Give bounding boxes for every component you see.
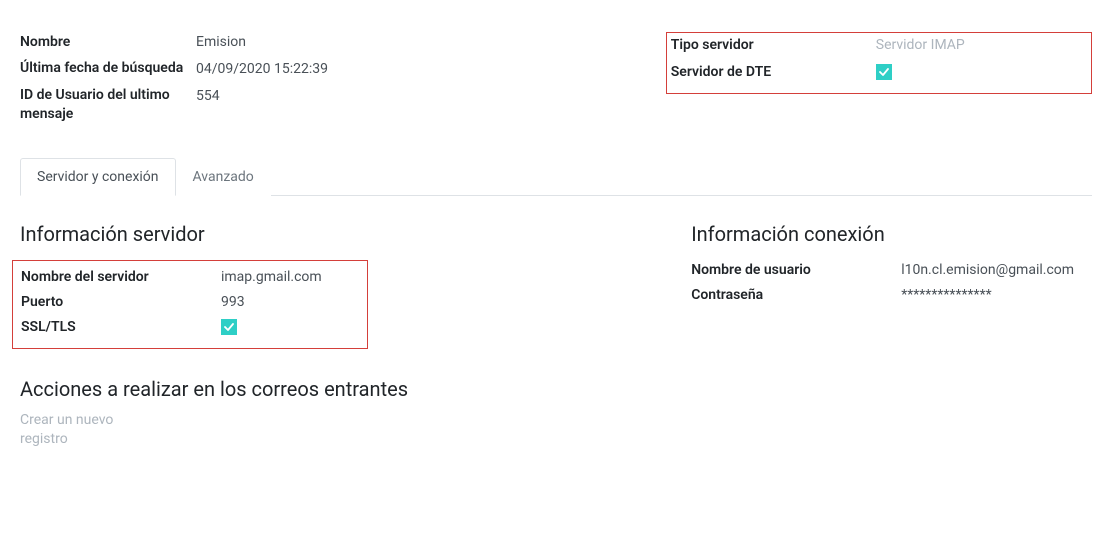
field-port: Puerto 993 [21, 292, 359, 313]
server-type-highlight: Tipo servidor Servidor IMAP Servidor de … [666, 32, 1092, 94]
check-icon [224, 322, 234, 332]
tab-server-connection[interactable]: Servidor y conexión [20, 158, 176, 196]
last-search-label: Última fecha de búsqueda [20, 59, 196, 80]
name-value: Emision [196, 32, 642, 53]
field-user-id: ID de Usuario del ultimo mensaje 554 [20, 86, 642, 124]
user-id-value: 554 [196, 86, 642, 124]
conn-pass-value: *************** [901, 285, 1092, 306]
field-ssl: SSL/TLS [21, 317, 359, 338]
port-label: Puerto [21, 292, 221, 313]
ssl-checkbox[interactable] [221, 319, 237, 335]
field-dte: Servidor de DTE [671, 62, 1087, 83]
server-info-title: Información servidor [20, 222, 663, 246]
dte-label: Servidor de DTE [671, 62, 876, 83]
conn-user-label: Nombre de usuario [691, 260, 901, 281]
server-name-value: imap.gmail.com [221, 267, 359, 288]
field-last-search: Última fecha de búsqueda 04/09/2020 15:2… [20, 59, 642, 80]
conn-user-value: l10n.cl.emision@gmail.com [901, 260, 1092, 281]
port-value: 993 [221, 292, 359, 313]
user-id-label: ID de Usuario del ultimo mensaje [20, 86, 196, 124]
server-name-label: Nombre del servidor [21, 267, 221, 288]
tab-advanced[interactable]: Avanzado [176, 158, 271, 196]
field-server-type: Tipo servidor Servidor IMAP [671, 35, 1087, 56]
field-name: Nombre Emision [20, 32, 642, 53]
conn-info-title: Información conexión [691, 222, 1092, 246]
server-info-highlight: Nombre del servidor imap.gmail.com Puert… [12, 260, 368, 349]
dte-checkbox[interactable] [876, 64, 892, 80]
tabs: Servidor y conexión Avanzado [20, 158, 1092, 196]
check-icon [879, 67, 889, 77]
top-left-fields: Nombre Emision Última fecha de búsqueda … [20, 32, 642, 130]
conn-pass-label: Contraseña [691, 285, 901, 306]
field-conn-pass: Contraseña *************** [691, 285, 1092, 306]
field-server-name: Nombre del servidor imap.gmail.com [21, 267, 359, 288]
dte-value [876, 62, 1087, 83]
action-create-new[interactable]: Crear un nuevo registro [20, 411, 160, 449]
actions-title: Acciones a realizar en los correos entra… [20, 377, 663, 401]
ssl-label: SSL/TLS [21, 317, 221, 338]
server-type-value: Servidor IMAP [876, 35, 1087, 56]
field-conn-user: Nombre de usuario l10n.cl.emision@gmail.… [691, 260, 1092, 281]
last-search-value: 04/09/2020 15:22:39 [196, 59, 642, 80]
name-label: Nombre [20, 32, 196, 53]
top-right-fields: Tipo servidor Servidor IMAP Servidor de … [666, 32, 1092, 130]
server-type-label: Tipo servidor [671, 35, 876, 56]
ssl-value [221, 317, 359, 338]
conn-info-box: Nombre de usuario l10n.cl.emision@gmail.… [691, 260, 1092, 306]
